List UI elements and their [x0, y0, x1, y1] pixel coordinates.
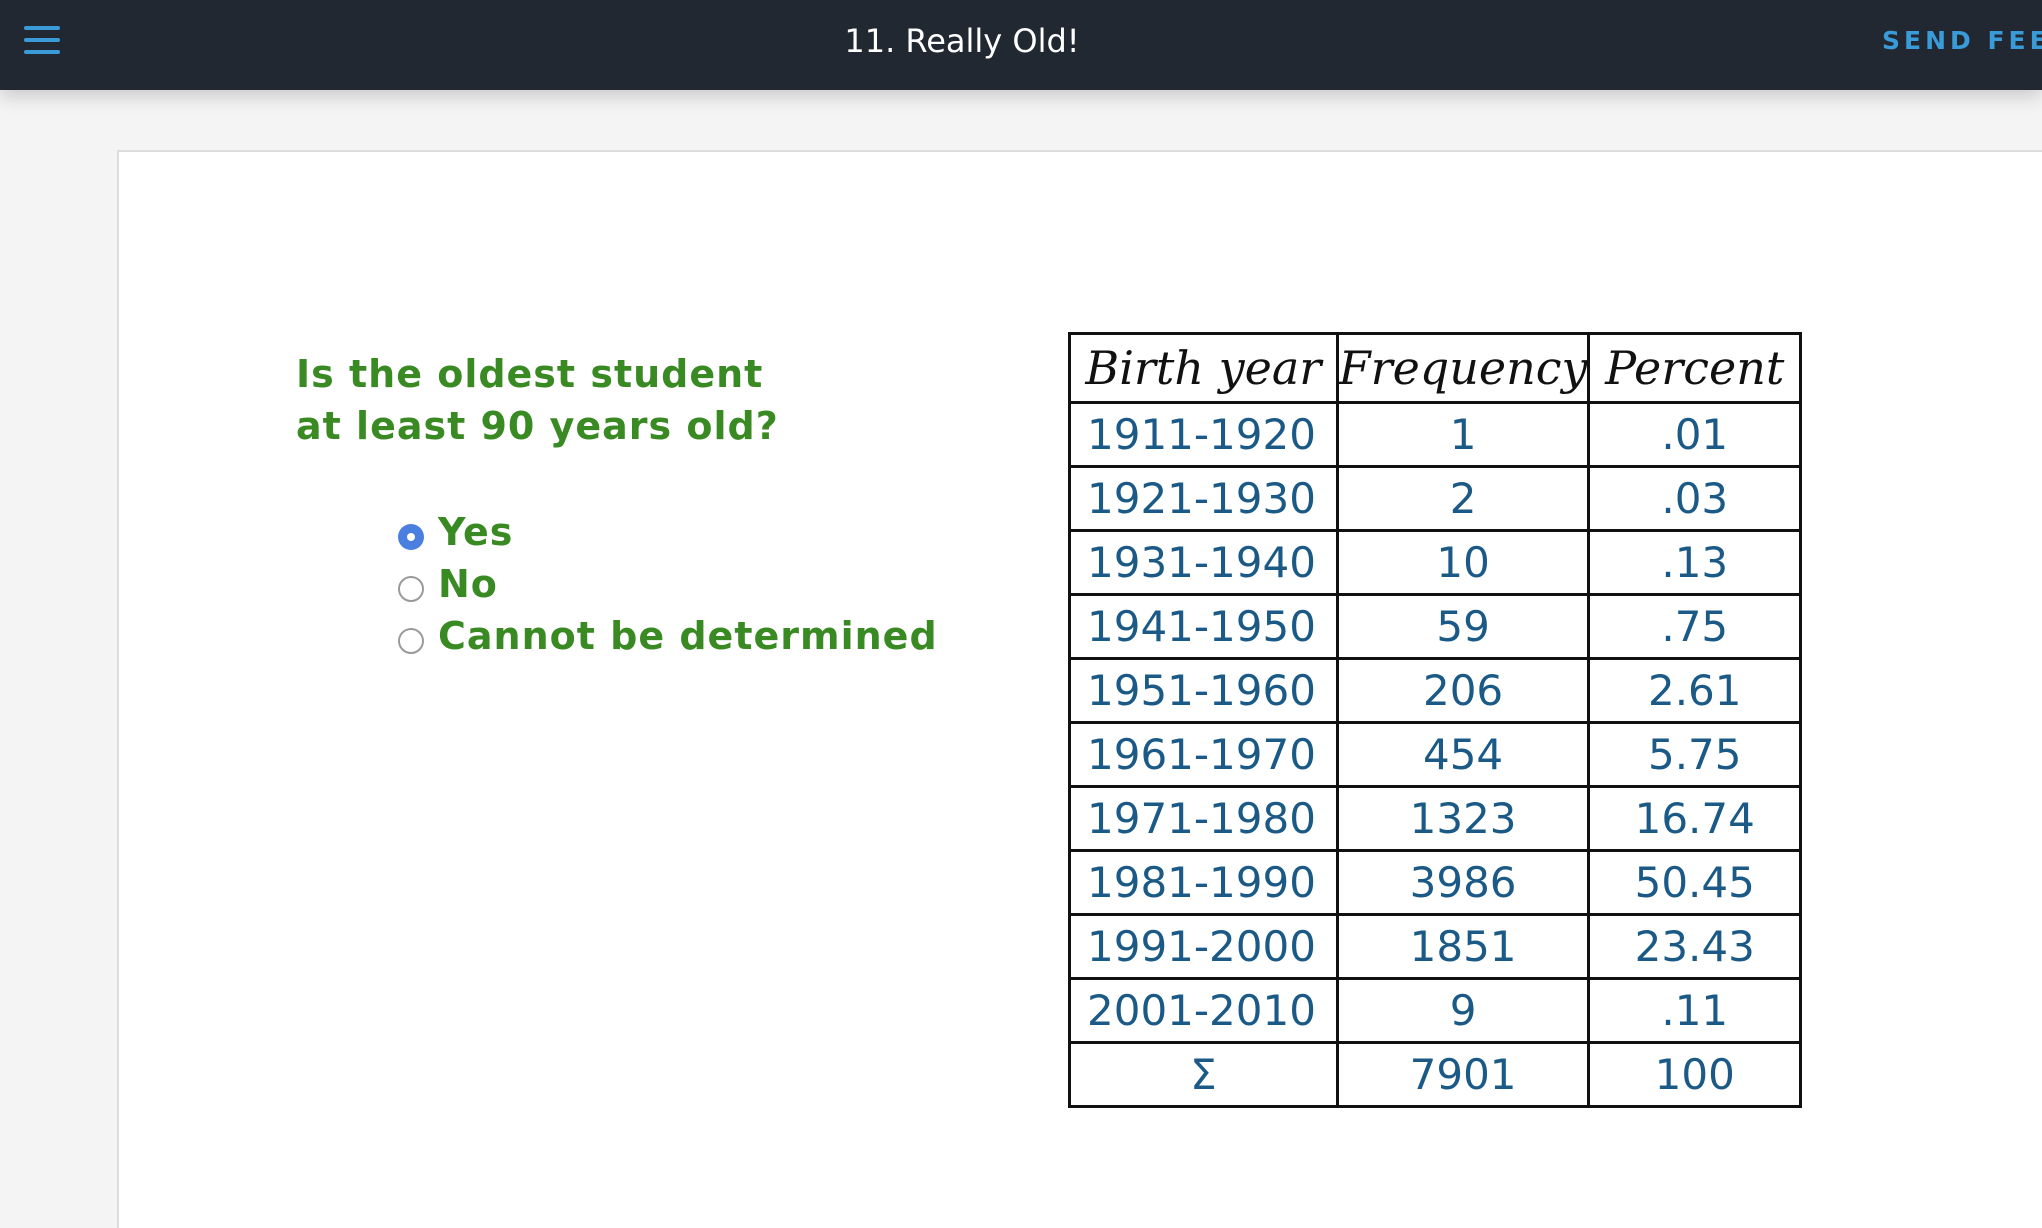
header-frequency: Frequency	[1335, 332, 1591, 404]
option-label-no[interactable]: No	[438, 562, 498, 606]
table-row: 1981-1990 3986 50.45	[1068, 849, 1802, 916]
table-header-row: Birth year Frequency Percent	[1068, 332, 1802, 404]
question-line-2: at least 90 years old?	[296, 404, 779, 448]
cell-birth-year: 1931-1940	[1068, 529, 1339, 596]
cell-sum-symbol: Σ	[1068, 1041, 1339, 1108]
cell-frequency: 206	[1335, 657, 1591, 724]
cell-percent: .75	[1587, 593, 1802, 660]
option-label-yes[interactable]: Yes	[438, 510, 513, 554]
question-text: Is the oldest student at least 90 years …	[296, 348, 936, 452]
cell-birth-year: 1971-1980	[1068, 785, 1339, 852]
cell-birth-year: 1921-1930	[1068, 465, 1339, 532]
cell-percent: 5.75	[1587, 721, 1802, 788]
table-row: 1941-1950 59 .75	[1068, 593, 1802, 660]
cell-percent: 50.45	[1587, 849, 1802, 916]
table-row: 1931-1940 10 .13	[1068, 529, 1802, 596]
cell-percent: .03	[1587, 465, 1802, 532]
cell-frequency: 2	[1335, 465, 1591, 532]
cell-frequency: 3986	[1335, 849, 1591, 916]
top-bar: 11. Really Old! SEND FEED	[0, 0, 2042, 90]
cell-birth-year: 2001-2010	[1068, 977, 1339, 1044]
send-feedback-button[interactable]: SEND FEED	[1882, 0, 2042, 82]
cell-frequency: 1323	[1335, 785, 1591, 852]
radio-no[interactable]	[398, 576, 424, 602]
cell-birth-year: 1991-2000	[1068, 913, 1339, 980]
cell-percent: .13	[1587, 529, 1802, 596]
frequency-table: Birth year Frequency Percent 1911-1920 1…	[1068, 332, 1802, 1108]
cell-birth-year: 1981-1990	[1068, 849, 1339, 916]
page-title: 11. Really Old!	[844, 22, 1080, 60]
table-row: 1971-1980 1323 16.74	[1068, 785, 1802, 852]
cell-frequency: 454	[1335, 721, 1591, 788]
cell-frequency: 59	[1335, 593, 1591, 660]
cell-frequency: 10	[1335, 529, 1591, 596]
table-row: 1991-2000 1851 23.43	[1068, 913, 1802, 980]
table-row: 1911-1920 1 .01	[1068, 401, 1802, 468]
table-row: 1921-1930 2 .03	[1068, 465, 1802, 532]
table-total-row: Σ 7901 100	[1068, 1041, 1802, 1108]
cell-percent: 16.74	[1587, 785, 1802, 852]
table-row: 2001-2010 9 .11	[1068, 977, 1802, 1044]
cell-frequency: 1851	[1335, 913, 1591, 980]
question-line-1: Is the oldest student	[296, 352, 764, 396]
cell-percent: 23.43	[1587, 913, 1802, 980]
cell-birth-year: 1911-1920	[1068, 401, 1339, 468]
cell-percent: .11	[1587, 977, 1802, 1044]
cell-frequency: 9	[1335, 977, 1591, 1044]
header-birth-year: Birth year	[1068, 332, 1339, 404]
cell-percent: 2.61	[1587, 657, 1802, 724]
radio-cannot-be-determined[interactable]	[398, 628, 424, 654]
cell-birth-year: 1941-1950	[1068, 593, 1339, 660]
table-row: 1961-1970 454 5.75	[1068, 721, 1802, 788]
radio-yes[interactable]	[398, 524, 424, 550]
cell-percent-total: 100	[1587, 1041, 1802, 1108]
cell-birth-year: 1961-1970	[1068, 721, 1339, 788]
cell-frequency-total: 7901	[1335, 1041, 1591, 1108]
header-percent: Percent	[1587, 332, 1802, 404]
cell-birth-year: 1951-1960	[1068, 657, 1339, 724]
cell-frequency: 1	[1335, 401, 1591, 468]
cell-percent: .01	[1587, 401, 1802, 468]
option-label-cannot-be-determined[interactable]: Cannot be determined	[438, 614, 938, 658]
table-row: 1951-1960 206 2.61	[1068, 657, 1802, 724]
